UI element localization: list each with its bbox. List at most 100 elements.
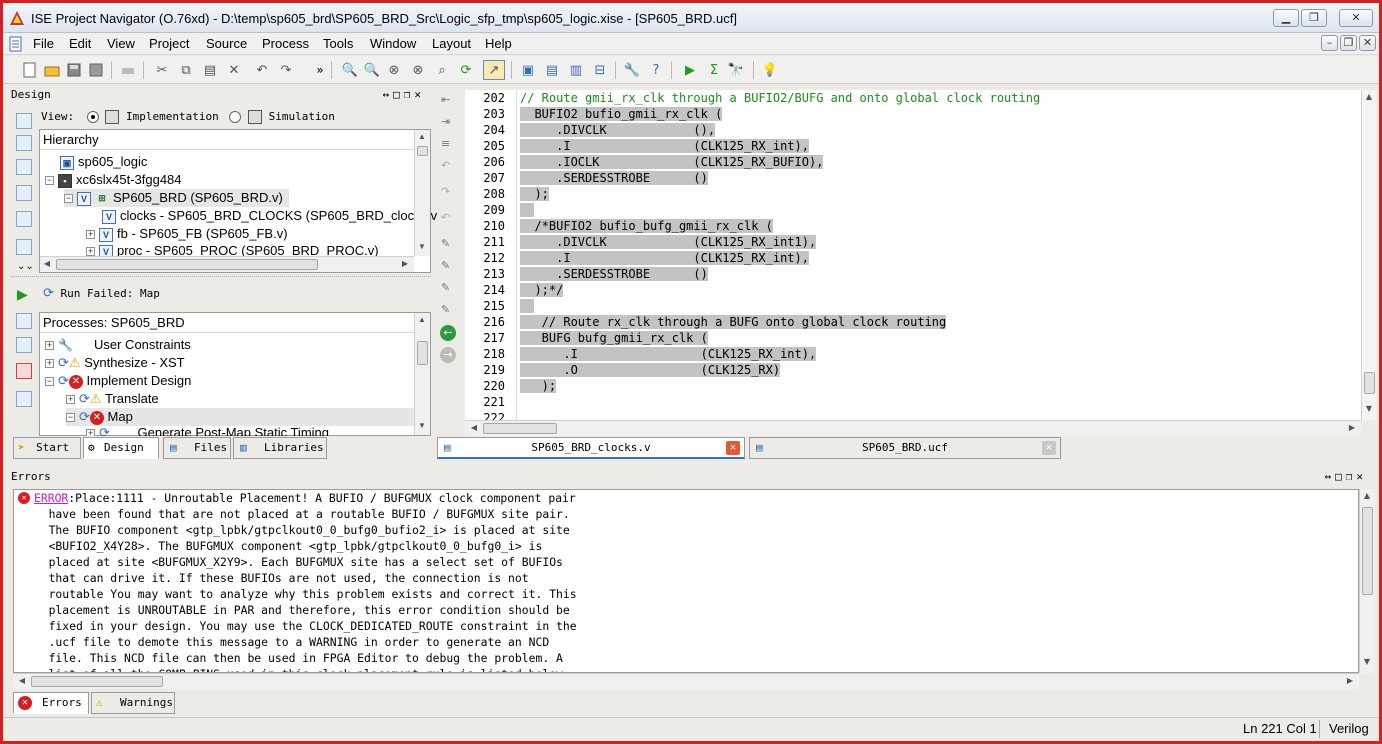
scroll-left-icon[interactable]: ◀ xyxy=(467,423,481,432)
run-icon[interactable]: ▶ xyxy=(681,61,699,79)
scroll-right-icon[interactable]: ▶ xyxy=(1343,676,1357,685)
processes-scrollbar-v[interactable]: ▲ ▼ xyxy=(414,313,430,435)
tab-files[interactable]: ▤ Files xyxy=(163,437,231,459)
hierarchy-icon[interactable] xyxy=(16,185,32,201)
process-map[interactable]: − ⟳ ✕ Map xyxy=(66,408,414,426)
save-icon[interactable] xyxy=(65,61,83,79)
expand-icon[interactable]: + xyxy=(66,395,75,405)
errors-scrollbar-v[interactable]: ▲ ▼ xyxy=(1359,489,1375,673)
process-tool-icon-3[interactable] xyxy=(16,363,32,379)
open-folder-icon[interactable] xyxy=(43,61,61,79)
zoom-selection-icon[interactable]: ⌕ xyxy=(433,61,451,79)
tab-errors[interactable]: ✕ Errors xyxy=(13,692,89,714)
editor-scrollbar-v[interactable]: ▲ ▼ xyxy=(1361,90,1377,420)
scroll-down-icon[interactable]: ▼ xyxy=(1360,657,1374,666)
telescope-icon[interactable]: 🔭 xyxy=(727,61,745,79)
editor-tool-icon[interactable]: ✎ xyxy=(441,303,450,316)
code-editor[interactable]: 202 203 204 205 206 207 208 209 210 211 212 213 214 2… xyxy=(465,90,1361,420)
process-post-map-timing[interactable]: + ⟳ Generate Post-Map Static Timing xyxy=(86,426,329,436)
tab-clocks-file[interactable]: ▤ SP605_BRD_clocks.v ✕ xyxy=(437,437,745,459)
expand-icon[interactable]: + xyxy=(86,247,95,257)
collapse-icon[interactable]: − xyxy=(64,194,73,204)
scroll-up-icon[interactable]: ▲ xyxy=(1360,491,1374,500)
expand-more-icon[interactable]: ⌄⌄ xyxy=(17,261,34,272)
minimize-button[interactable]: ▁ xyxy=(1273,9,1299,27)
implementation-radio[interactable] xyxy=(86,111,99,123)
paste-icon[interactable]: ▤ xyxy=(201,61,219,79)
new-source-icon[interactable] xyxy=(16,159,32,175)
pointer-mode-icon[interactable]: ↗ xyxy=(483,60,505,80)
collapse-icon[interactable]: − xyxy=(66,413,75,423)
simulation-radio[interactable] xyxy=(229,111,242,123)
menu-file[interactable]: File xyxy=(33,36,54,51)
collapse-icon[interactable]: − xyxy=(45,176,54,186)
zoom-out-icon[interactable]: 🔍 xyxy=(363,61,381,79)
scroll-up-icon[interactable]: ▲ xyxy=(415,132,429,141)
process-tool-icon-1[interactable] xyxy=(16,313,32,329)
scroll-up-icon[interactable]: ▲ xyxy=(415,315,429,324)
help-pointer-icon[interactable]: ? xyxy=(647,61,665,79)
tree-item-device[interactable]: − ▪ xc6slx45t-3fgg484 xyxy=(45,171,182,189)
process-tool-icon-2[interactable] xyxy=(16,337,32,353)
mdi-close-button[interactable]: ✕ xyxy=(1359,35,1376,51)
sigma-icon[interactable]: Σ xyxy=(705,61,723,79)
editor-tool-icon[interactable]: ⇥ xyxy=(441,115,450,128)
menu-edit[interactable]: Edit xyxy=(69,36,91,51)
add-source-icon[interactable] xyxy=(16,113,32,129)
editor-tool-icon[interactable]: ⇤ xyxy=(441,93,450,106)
tree-item-top-module[interactable]: − V ⊞ SP605_BRD (SP605_BRD.v) xyxy=(64,189,289,207)
restore-button[interactable]: ❐ xyxy=(1301,9,1327,27)
editor-tool-icon[interactable]: ✎ xyxy=(441,237,450,250)
zoom-in-icon[interactable]: 🔍 xyxy=(341,61,359,79)
menu-source[interactable]: Source xyxy=(206,36,247,51)
cut-icon[interactable]: ✂ xyxy=(153,61,171,79)
menu-view[interactable]: View xyxy=(107,36,135,51)
properties-icon[interactable] xyxy=(16,239,32,255)
tree-item-proc[interactable]: + Vproc - SP605_PROC (SP605_BRD_PROC.v) xyxy=(86,243,379,257)
close-button[interactable]: ✕ xyxy=(1339,9,1373,27)
expand-icon[interactable]: + xyxy=(45,341,54,351)
save-all-icon[interactable] xyxy=(87,61,105,79)
tab-design[interactable]: ⚙ Design xyxy=(83,437,159,459)
run-process-icon[interactable]: ▶ xyxy=(17,287,28,303)
mdi-minimize-button[interactable]: – xyxy=(1321,35,1338,51)
scroll-right-icon[interactable]: ▶ xyxy=(1345,423,1359,432)
menu-layout[interactable]: Layout xyxy=(432,36,471,51)
scroll-down-icon[interactable]: ▼ xyxy=(415,421,429,430)
expand-icon[interactable]: + xyxy=(86,429,95,436)
tab-libraries[interactable]: ▥ Libraries xyxy=(233,437,327,459)
hierarchy-scrollbar-v[interactable]: ▲ ▼ xyxy=(414,130,430,256)
go-back-icon[interactable]: ← xyxy=(440,325,456,341)
tab-warnings[interactable]: ⚠ Warnings xyxy=(91,692,175,714)
scroll-down-icon[interactable]: ▼ xyxy=(415,242,429,251)
expand-icon[interactable]: + xyxy=(86,230,95,240)
cascade-icon[interactable]: ▣ xyxy=(519,61,537,79)
menu-tools[interactable]: Tools xyxy=(323,36,353,51)
editor-scrollbar-h[interactable]: ◀ ▶ xyxy=(465,420,1361,436)
zoom-fit-icon[interactable]: ⊗ xyxy=(409,61,427,79)
tile-vertical-icon[interactable]: ▥ xyxy=(567,61,585,79)
menu-process[interactable]: Process xyxy=(262,36,309,51)
hierarchy-scrollbar-h[interactable]: ◀ ▶ xyxy=(40,256,414,272)
copy-icon[interactable]: ⧉ xyxy=(177,61,195,79)
undo-icon[interactable]: ↶ xyxy=(253,61,271,79)
editor-tool-icon[interactable]: ↷ xyxy=(441,185,450,198)
splitter[interactable] xyxy=(11,276,431,280)
process-synthesize[interactable]: + ⟳⚠ Synthesize - XST xyxy=(45,354,185,372)
tile-horizontal-icon[interactable]: ▤ xyxy=(543,61,561,79)
scroll-up-icon[interactable]: ▲ xyxy=(1362,92,1376,101)
editor-tool-icon[interactable]: ✎ xyxy=(441,259,450,272)
close-tab-icon[interactable]: ✕ xyxy=(1042,441,1056,455)
editor-tool-icon[interactable]: ↶ xyxy=(441,159,450,172)
scroll-down-icon[interactable]: ▼ xyxy=(1362,404,1376,413)
collapse-icon[interactable]: − xyxy=(45,377,54,387)
panel-controls-icon[interactable]: ↔□❐✕ xyxy=(1325,469,1368,485)
refresh-icon[interactable]: ⟳ xyxy=(457,61,475,79)
menu-window[interactable]: Window xyxy=(370,36,416,51)
menu-project[interactable]: Project xyxy=(149,36,189,51)
process-user-constraints[interactable]: + 🔧 User Constraints xyxy=(45,336,191,354)
new-file-icon[interactable] xyxy=(21,61,39,79)
expand-icon[interactable]: + xyxy=(45,359,54,369)
lightbulb-icon[interactable]: 💡 xyxy=(761,61,779,79)
toolbar-overflow-icon[interactable]: » xyxy=(311,61,329,79)
